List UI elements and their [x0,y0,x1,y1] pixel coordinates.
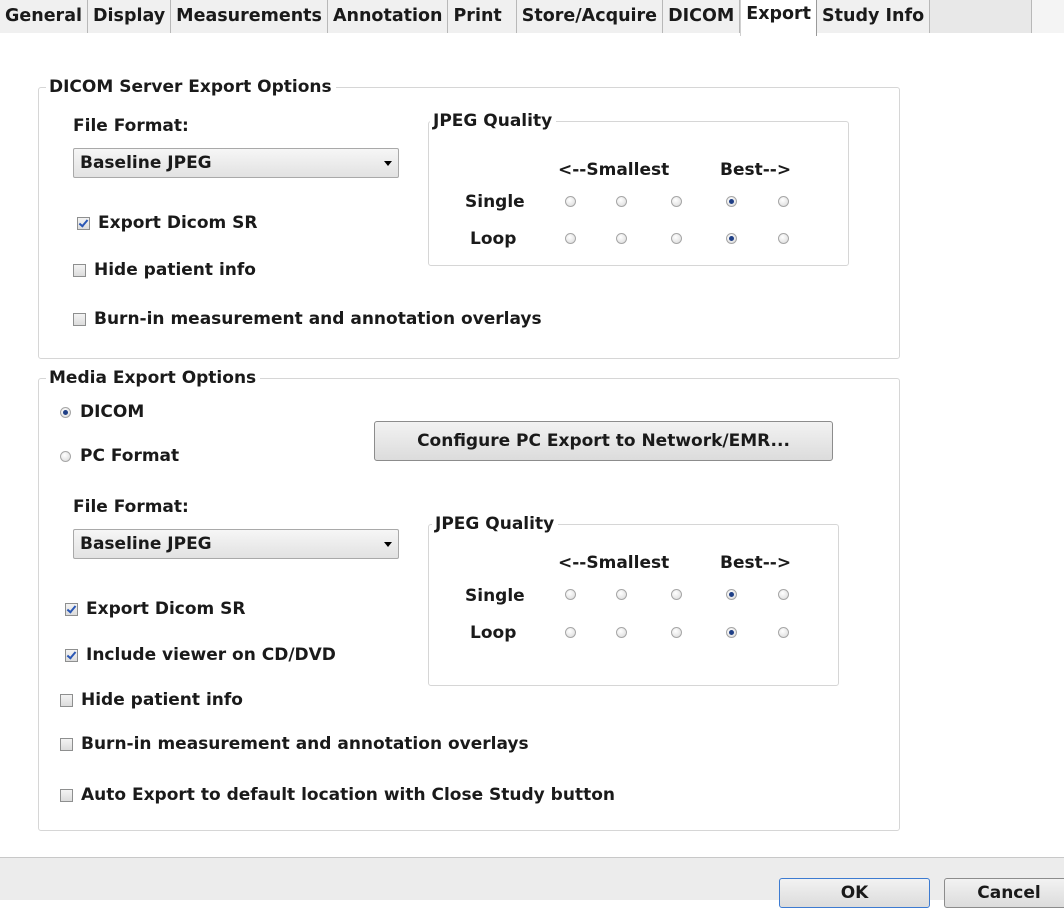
media-loop-radio-3[interactable] [671,627,682,638]
media-pc-format-radio[interactable]: PC Format [60,446,179,466]
media-export-sr-label: Export Dicom SR [86,599,246,619]
media-burn-in-checkbox[interactable]: Burn-in measurement and annotation overl… [60,734,529,754]
server-single-radio-1[interactable] [565,196,576,207]
checkbox-unchecked-icon [60,788,73,802]
media-single-label: Single [465,586,525,606]
checkbox-checked-icon [65,648,78,662]
media-single-radio-2[interactable] [616,589,627,600]
radio-unselected-icon [60,450,71,462]
configure-pc-export-button[interactable]: Configure PC Export to Network/EMR... [374,421,833,461]
media-best-label: Best--> [720,553,792,573]
media-file-format-select[interactable]: Baseline JPEG [73,529,399,559]
server-single-radio-5[interactable] [778,196,789,207]
media-export-sr-checkbox[interactable]: Export Dicom SR [65,599,246,619]
media-loop-radio-2[interactable] [616,627,627,638]
server-export-sr-checkbox[interactable]: Export Dicom SR [77,213,258,233]
checkbox-unchecked-icon [60,737,73,751]
media-dicom-radio[interactable]: DICOM [60,402,144,422]
media-auto-export-checkbox[interactable]: Auto Export to default location with Clo… [60,785,615,805]
server-burn-in-label: Burn-in measurement and annotation overl… [94,309,542,329]
server-loop-radio-3[interactable] [671,233,682,244]
chevron-down-icon [384,542,392,547]
checkbox-checked-icon [77,216,90,230]
ok-button-label: OK [840,883,869,903]
tab-print[interactable]: Print [448,0,517,33]
server-smallest-label: <--Smallest [558,160,670,180]
cancel-button[interactable]: Cancel [944,878,1064,908]
media-file-format-value: Baseline JPEG [80,534,212,554]
media-single-radio-4[interactable] [726,589,737,600]
media-single-radio-1[interactable] [565,589,576,600]
server-export-sr-label: Export Dicom SR [98,213,258,233]
media-file-format-label: File Format: [73,497,189,517]
server-single-radio-2[interactable] [616,196,627,207]
tab-export[interactable]: Export [740,0,818,36]
server-hide-patient-label: Hide patient info [94,260,256,280]
media-include-viewer-checkbox[interactable]: Include viewer on CD/DVD [65,645,336,665]
server-loop-radio-4[interactable] [726,233,737,244]
media-pc-format-label: PC Format [80,446,180,466]
server-file-format-label: File Format: [73,116,189,136]
media-jpeg-quality-legend: JPEG Quality [432,513,559,535]
media-auto-export-label: Auto Export to default location with Clo… [81,785,615,805]
ok-button[interactable]: OK [779,878,930,908]
server-loop-radio-5[interactable] [778,233,789,244]
media-hide-patient-checkbox[interactable]: Hide patient info [60,690,243,710]
cancel-button-label: Cancel [977,883,1041,903]
media-dicom-label: DICOM [80,402,145,422]
server-loop-radio-2[interactable] [616,233,627,244]
media-hide-patient-label: Hide patient info [81,690,243,710]
server-burn-in-checkbox[interactable]: Burn-in measurement and annotation overl… [73,309,542,329]
media-export-legend: Media Export Options [46,367,261,389]
media-loop-label: Loop [470,623,517,643]
server-file-format-value: Baseline JPEG [80,153,212,173]
tab-general[interactable]: General [0,0,88,33]
tab-scroll-area [1031,0,1064,33]
server-single-label: Single [465,192,525,212]
configure-pc-export-label: Configure PC Export to Network/EMR... [417,431,790,451]
media-single-radio-3[interactable] [671,589,682,600]
media-smallest-label: <--Smallest [558,553,670,573]
server-loop-radio-1[interactable] [565,233,576,244]
checkbox-unchecked-icon [73,263,86,277]
dicom-server-export-legend: DICOM Server Export Options [46,76,336,98]
tab-bar: General Display Measurements Annotation … [0,0,1064,36]
media-include-viewer-label: Include viewer on CD/DVD [86,645,336,665]
tab-measurements[interactable]: Measurements [171,0,328,33]
server-single-radio-4[interactable] [726,196,737,207]
server-hide-patient-checkbox[interactable]: Hide patient info [73,260,256,280]
server-jpeg-quality-legend: JPEG Quality [430,110,557,132]
media-loop-radio-4[interactable] [726,627,737,638]
chevron-down-icon [384,161,392,166]
tab-store-acquire[interactable]: Store/Acquire [516,0,664,33]
tab-dicom[interactable]: DICOM [663,0,741,33]
media-loop-radio-5[interactable] [778,627,789,638]
server-loop-label: Loop [470,229,517,249]
server-file-format-select[interactable]: Baseline JPEG [73,148,399,178]
server-single-radio-3[interactable] [671,196,682,207]
checkbox-unchecked-icon [60,693,73,707]
radio-selected-icon [60,406,71,418]
media-single-radio-5[interactable] [778,589,789,600]
server-best-label: Best--> [720,160,792,180]
tab-study-info[interactable]: Study Info [817,0,931,33]
media-loop-radio-1[interactable] [565,627,576,638]
checkbox-unchecked-icon [73,312,86,326]
tab-display[interactable]: Display [88,0,172,33]
tab-strip: General Display Measurements Annotation … [0,0,931,36]
tab-annotation[interactable]: Annotation [327,0,449,33]
checkbox-checked-icon [65,602,78,616]
media-burn-in-label: Burn-in measurement and annotation overl… [81,734,529,754]
